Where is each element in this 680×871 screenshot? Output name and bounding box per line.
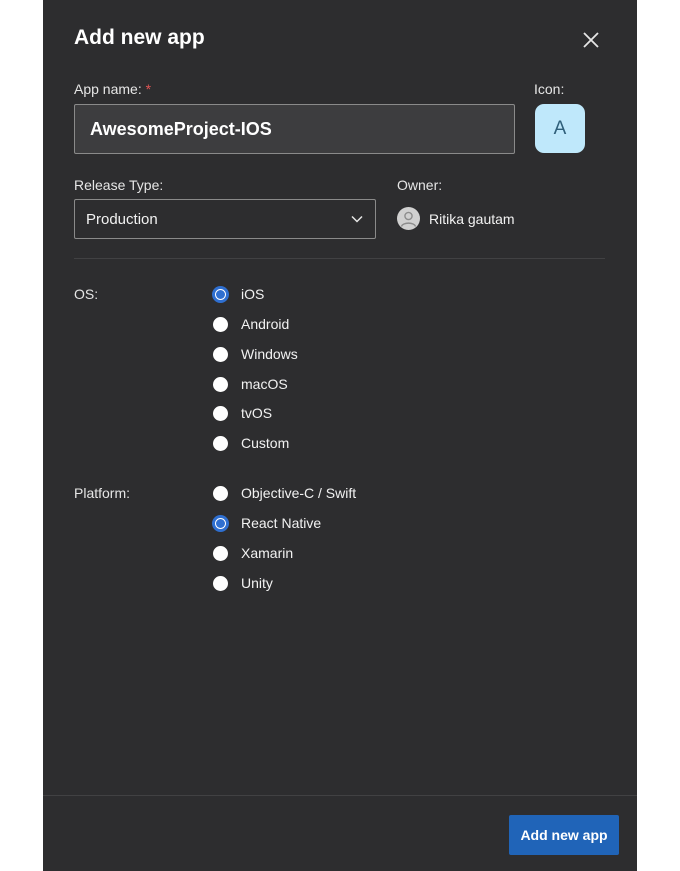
close-button[interactable]	[579, 28, 603, 52]
os-option-macos[interactable]: macOS	[213, 373, 288, 395]
radio	[213, 376, 228, 392]
platform-label: Platform:	[74, 485, 131, 501]
os-option-android[interactable]: Android	[213, 313, 289, 335]
person-icon	[400, 211, 417, 227]
platform-option-label: Objective-C / Swift	[241, 485, 357, 501]
footer-divider	[43, 795, 637, 796]
required-mark: *	[145, 81, 152, 97]
owner: Ritika gautam	[397, 207, 515, 230]
avatar	[397, 207, 420, 230]
platform-option-label: Xamarin	[241, 545, 294, 561]
os-option-label: tvOS	[241, 405, 273, 421]
owner-label: Owner:	[397, 177, 443, 193]
os-option-label: Windows	[241, 346, 298, 362]
radio-checked	[213, 286, 228, 302]
close-icon	[583, 32, 599, 48]
radio	[213, 346, 228, 362]
chevron-down-icon	[351, 215, 363, 223]
owner-name: Ritika gautam	[429, 210, 515, 227]
app-icon-letter: A	[553, 117, 567, 139]
radio	[213, 575, 228, 591]
radio	[213, 545, 228, 561]
os-option-label: macOS	[241, 376, 288, 392]
release-type-label: Release Type:	[74, 177, 164, 193]
os-option-tvos[interactable]: tvOS	[213, 402, 272, 424]
radio	[213, 316, 228, 332]
platform-option-objc-swift[interactable]: Objective-C / Swift	[213, 482, 356, 504]
app-name-label: App name: *	[74, 81, 151, 97]
radio	[213, 485, 228, 501]
app-name-label-text: App name:	[74, 81, 142, 97]
release-type-value: Production	[86, 210, 158, 228]
os-option-label: iOS	[241, 286, 265, 302]
add-new-app-button[interactable]: Add new app	[509, 815, 619, 855]
app-name-input[interactable]	[74, 104, 515, 154]
divider	[74, 258, 605, 259]
platform-option-unity[interactable]: Unity	[213, 572, 273, 594]
add-app-dialog: Add new app App name: * Icon: A Release …	[43, 0, 637, 871]
radio-checked	[213, 515, 228, 531]
dialog-title: Add new app	[74, 26, 205, 49]
platform-option-label: Unity	[241, 575, 273, 591]
app-icon-tile[interactable]: A	[535, 104, 585, 153]
radio	[213, 405, 228, 421]
os-option-ios[interactable]: iOS	[213, 283, 264, 305]
os-option-label: Android	[241, 316, 290, 332]
release-type-select[interactable]: Production	[74, 199, 376, 239]
os-option-custom[interactable]: Custom	[213, 432, 289, 454]
platform-option-react-native[interactable]: React Native	[213, 512, 321, 534]
platform-option-xamarin[interactable]: Xamarin	[213, 542, 293, 564]
os-option-label: Custom	[241, 435, 290, 451]
radio	[213, 435, 228, 451]
os-option-windows[interactable]: Windows	[213, 343, 298, 365]
icon-label: Icon:	[534, 81, 565, 97]
os-label: OS:	[74, 286, 99, 302]
platform-option-label: React Native	[241, 515, 322, 531]
